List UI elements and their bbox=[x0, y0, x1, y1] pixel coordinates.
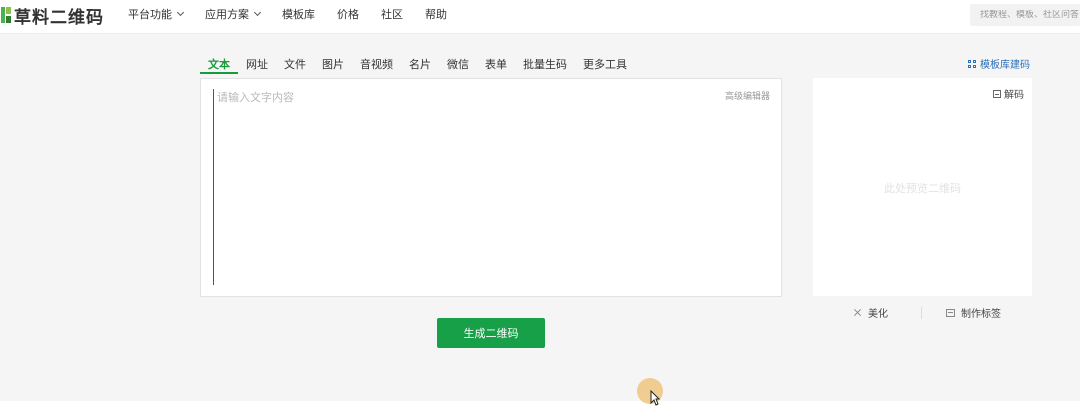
tab-file[interactable]: 文件 bbox=[276, 52, 314, 74]
tab-audio-video[interactable]: 音视频 bbox=[352, 52, 401, 74]
mouse-cursor-icon bbox=[650, 390, 660, 406]
chevron-down-icon bbox=[176, 8, 185, 17]
label-icon bbox=[946, 308, 955, 317]
nav-label: 社区 bbox=[381, 8, 403, 21]
nav-label: 帮助 bbox=[425, 8, 447, 21]
chevron-down-icon bbox=[253, 8, 262, 17]
nav-templates[interactable]: 模板库 bbox=[282, 6, 315, 22]
beautify-label: 美化 bbox=[868, 309, 888, 320]
top-header: 草料二维码 平台功能 应用方案 模板库 价格 社区 帮助 bbox=[0, 0, 1080, 34]
footer-strip bbox=[0, 401, 1080, 417]
tab-form[interactable]: 表单 bbox=[477, 52, 515, 74]
scan-icon bbox=[993, 89, 1001, 98]
tab-url[interactable]: 网址 bbox=[238, 52, 276, 74]
logo-icon bbox=[0, 6, 12, 24]
tab-more-tools[interactable]: 更多工具 bbox=[575, 52, 635, 74]
text-content-input[interactable] bbox=[213, 89, 693, 285]
nav-label: 平台功能 bbox=[128, 8, 172, 21]
tab-batch-generate[interactable]: 批量生码 bbox=[515, 52, 575, 74]
tab-image[interactable]: 图片 bbox=[314, 52, 352, 74]
nav-label: 价格 bbox=[337, 8, 359, 21]
tab-wechat[interactable]: 微信 bbox=[439, 52, 477, 74]
preview-actions: 美化 制作标签 bbox=[813, 305, 1032, 321]
search-box bbox=[970, 4, 1080, 26]
qr-preview-panel: 解码 此处预览二维码 bbox=[813, 78, 1032, 296]
tab-text[interactable]: 文本 bbox=[200, 52, 238, 74]
template-link-label: 模板库建码 bbox=[980, 60, 1030, 71]
divider bbox=[921, 307, 922, 319]
decode-label: 解码 bbox=[1004, 90, 1024, 101]
tab-business-card[interactable]: 名片 bbox=[401, 52, 439, 74]
template-library-link[interactable]: 模板库建码 bbox=[968, 56, 1030, 71]
search-input[interactable] bbox=[980, 10, 1080, 20]
main-nav: 平台功能 应用方案 模板库 价格 社区 帮助 bbox=[128, 0, 469, 28]
make-label-button[interactable]: 制作标签 bbox=[946, 305, 1001, 320]
generate-qr-button[interactable]: 生成二维码 bbox=[437, 318, 545, 348]
nav-label: 应用方案 bbox=[205, 8, 249, 21]
site-logo[interactable]: 草料二维码 bbox=[0, 4, 104, 28]
preview-placeholder: 此处预览二维码 bbox=[884, 182, 961, 195]
nav-help[interactable]: 帮助 bbox=[425, 6, 447, 22]
nav-pricing[interactable]: 价格 bbox=[337, 6, 359, 22]
decode-button[interactable]: 解码 bbox=[993, 86, 1024, 101]
make-label-label: 制作标签 bbox=[961, 309, 1001, 320]
nav-solutions[interactable]: 应用方案 bbox=[205, 6, 262, 22]
nav-platform-features[interactable]: 平台功能 bbox=[128, 6, 185, 22]
sparkle-icon bbox=[853, 308, 862, 317]
nav-community[interactable]: 社区 bbox=[381, 6, 403, 22]
advanced-editor-link[interactable]: 高级编辑器 bbox=[725, 89, 770, 102]
grid-icon bbox=[968, 59, 976, 68]
nav-label: 模板库 bbox=[282, 8, 315, 21]
text-editor: 高级编辑器 bbox=[200, 78, 782, 297]
content-type-tabs: 文本 网址 文件 图片 音视频 名片 微信 表单 批量生码 更多工具 bbox=[200, 52, 635, 74]
beautify-button[interactable]: 美化 bbox=[853, 305, 888, 320]
logo-text: 草料二维码 bbox=[14, 7, 104, 28]
